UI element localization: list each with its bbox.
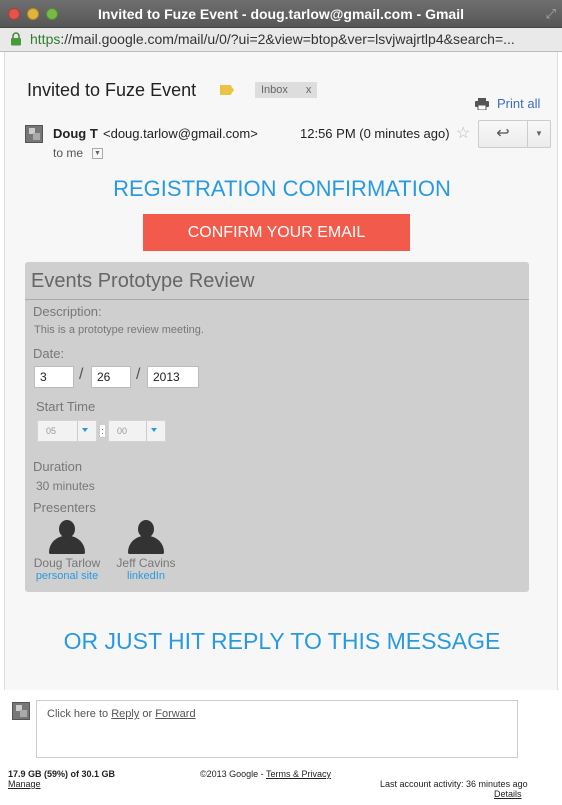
presenter-link[interactable]: personal site: [27, 570, 107, 582]
presenter-name: Jeff Cavins: [116, 556, 176, 570]
inbox-label-chip[interactable]: Inbox x: [255, 82, 318, 98]
reply-button[interactable]: ↩: [478, 120, 528, 148]
quick-reply-box[interactable]: Click here to Reply or Forward: [36, 700, 518, 758]
presenter-card: Doug Tarlow personal site: [27, 520, 107, 582]
person-avatar-icon: [126, 520, 166, 554]
url-scheme: https: [30, 31, 61, 47]
time-separator: :: [99, 424, 106, 438]
confirm-email-button[interactable]: CONFIRM YOUR EMAIL: [143, 214, 410, 251]
event-card: Events Prototype Review Description: Thi…: [25, 262, 529, 592]
manage-storage-link[interactable]: Manage: [8, 779, 41, 789]
lock-icon: [11, 32, 21, 46]
duration-value: 30 minutes: [36, 479, 95, 493]
inbox-label-text: Inbox: [261, 84, 288, 96]
month-field[interactable]: 3: [34, 366, 74, 388]
message-subject: Invited to Fuze Event: [27, 80, 197, 100]
print-all-link[interactable]: Print all: [497, 96, 540, 111]
chevron-down-icon: [82, 428, 88, 432]
minute-select[interactable]: 00: [108, 420, 166, 442]
event-title: Events Prototype Review: [31, 270, 255, 292]
divider: [25, 299, 529, 300]
printer-icon[interactable]: [475, 98, 489, 110]
presenter-name: Doug Tarlow: [33, 556, 101, 570]
year-field[interactable]: 2013: [147, 366, 199, 388]
user-avatar: [12, 702, 30, 720]
star-icon[interactable]: ☆: [456, 123, 470, 143]
date-label: Date:: [33, 346, 65, 361]
recipient-text: to me: [53, 146, 84, 160]
reply-hint: Click here to Reply or Forward: [47, 708, 196, 720]
person-avatar-icon: [47, 520, 87, 554]
day-field[interactable]: 26: [91, 366, 131, 388]
message-view: Invited to Fuze Event Inbox x Print all D…: [4, 52, 558, 690]
remove-label-button[interactable]: x: [306, 84, 312, 96]
minute-value: 00: [117, 426, 128, 436]
date-separator: /: [136, 366, 141, 383]
terms-privacy-link[interactable]: Terms & Privacy: [266, 769, 331, 779]
sender-name[interactable]: Doug T: [53, 126, 98, 141]
message-timestamp: 12:56 PM (0 minutes ago): [300, 126, 450, 141]
window-titlebar: Invited to Fuze Event - doug.tarlow@gmai…: [0, 0, 562, 28]
description-text: This is a prototype review meeting.: [34, 324, 204, 336]
start-time-label: Start Time: [36, 399, 96, 414]
copyright: ©2013 Google - Terms & Privacy: [200, 769, 332, 779]
chevron-down-icon: ▼: [535, 129, 543, 138]
more-actions-button[interactable]: ▼: [527, 120, 551, 148]
description-label: Description:: [33, 304, 102, 319]
forward-link[interactable]: Forward: [155, 708, 195, 720]
show-details-icon[interactable]: ▼: [92, 148, 103, 159]
last-activity: Last account activity: 36 minutes ago: [380, 779, 528, 789]
window-title: Invited to Fuze Event - doug.tarlow@gmai…: [97, 6, 465, 22]
address-bar[interactable]: https://mail.google.com/mail/u/0/?ui=2&v…: [0, 28, 562, 52]
reply-link[interactable]: Reply: [111, 708, 139, 720]
reply-footer-area: Click here to Reply or Forward 17.9 GB (…: [0, 690, 562, 805]
activity-details-link[interactable]: Details: [494, 789, 522, 799]
sender-email: <doug.tarlow@gmail.com>: [103, 126, 258, 141]
duration-label: Duration: [33, 459, 83, 474]
chevron-down-icon: [151, 428, 157, 432]
sender-avatar: [25, 125, 43, 143]
url-text[interactable]: https://mail.google.com/mail/u/0/?ui=2&v…: [30, 31, 555, 47]
hour-select[interactable]: 05: [37, 420, 97, 442]
storage-usage: 17.9 GB (59%) of 30.1 GB: [8, 769, 116, 779]
fullscreen-icon[interactable]: ⤢: [546, 6, 556, 22]
presenters-label: Presenters: [33, 500, 96, 515]
reply-arrow-icon: ↩: [496, 125, 510, 142]
hour-value: 05: [46, 426, 57, 436]
important-label-icon[interactable]: [220, 85, 234, 95]
registration-heading: REGISTRATION CONFIRMATION: [113, 176, 451, 201]
presenter-card: Jeff Cavins linkedIn: [106, 520, 186, 582]
reply-instruction: OR JUST HIT REPLY TO THIS MESSAGE: [63, 628, 501, 654]
presenter-link[interactable]: linkedIn: [106, 570, 186, 582]
date-separator: /: [79, 366, 84, 383]
url-path: ://mail.google.com/mail/u/0/?ui=2&view=b…: [60, 31, 515, 47]
